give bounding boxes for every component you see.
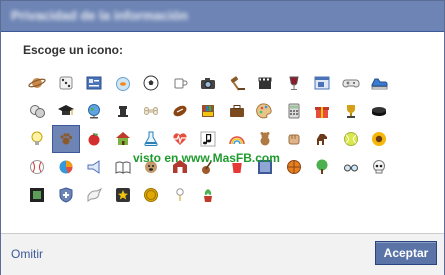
- hockey-puck-icon[interactable]: [365, 97, 394, 125]
- palette-icon[interactable]: [251, 97, 280, 125]
- icon-grid: [23, 69, 423, 209]
- icon-row: [23, 181, 423, 209]
- icon-picker-dialog: Privacidad de la información Escoge un i…: [0, 0, 445, 275]
- gift-icon[interactable]: [308, 97, 337, 125]
- star-badge-icon[interactable]: [109, 181, 138, 209]
- bookshelf-icon[interactable]: [194, 97, 223, 125]
- camera-icon[interactable]: [194, 69, 223, 97]
- choose-icon-prompt: Escoge un icono:: [23, 43, 124, 57]
- trophy-icon[interactable]: [337, 97, 366, 125]
- apple-icon[interactable]: [80, 125, 109, 153]
- rainbow-icon[interactable]: [223, 125, 252, 153]
- house-icon[interactable]: [109, 125, 138, 153]
- globe-icon[interactable]: [80, 97, 109, 125]
- megaphone-icon[interactable]: [80, 153, 109, 181]
- watermark-text: visto en www.MasFB.com: [133, 151, 280, 165]
- icon-row: [23, 97, 423, 125]
- football-icon[interactable]: [166, 97, 195, 125]
- window-app-icon[interactable]: [308, 69, 337, 97]
- chess-rook-icon[interactable]: [109, 97, 138, 125]
- icon-row: [23, 69, 423, 97]
- dialog-footer: Omitir Aceptar: [1, 233, 444, 275]
- gavel-icon[interactable]: [223, 69, 252, 97]
- skip-link[interactable]: Omitir: [11, 247, 43, 261]
- basketball-icon[interactable]: [280, 153, 309, 181]
- horse-icon[interactable]: [308, 125, 337, 153]
- planet-icon[interactable]: [23, 69, 52, 97]
- goldfish-bowl-icon[interactable]: [109, 69, 138, 97]
- tree-icon[interactable]: [308, 153, 337, 181]
- golf-tee-icon[interactable]: [166, 181, 195, 209]
- dialog-title: Privacidad de la información: [11, 8, 188, 23]
- soccer-ball-icon[interactable]: [137, 69, 166, 97]
- dice-icon[interactable]: [52, 69, 81, 97]
- briefcase-icon[interactable]: [223, 97, 252, 125]
- heartbeat-icon[interactable]: [166, 125, 195, 153]
- film-frame-icon[interactable]: [23, 181, 52, 209]
- shield-icon[interactable]: [52, 181, 81, 209]
- calculator-icon[interactable]: [280, 97, 309, 125]
- paw-icon[interactable]: [51, 125, 80, 153]
- pie-chart-icon[interactable]: [52, 153, 81, 181]
- baseball-icon[interactable]: [23, 153, 52, 181]
- dialog-titlebar: Privacidad de la información: [1, 1, 444, 32]
- plant-pot-icon[interactable]: [194, 181, 223, 209]
- fist-icon[interactable]: [280, 125, 309, 153]
- coin-icon[interactable]: [137, 181, 166, 209]
- skull-icon[interactable]: [365, 153, 394, 181]
- sneaker-icon[interactable]: [365, 69, 394, 97]
- theater-masks-icon[interactable]: [23, 97, 52, 125]
- dove-icon[interactable]: [80, 181, 109, 209]
- film-clapper-icon[interactable]: [251, 69, 280, 97]
- wine-glass-icon[interactable]: [280, 69, 309, 97]
- teddy-bear-icon[interactable]: [251, 125, 280, 153]
- accept-button[interactable]: Aceptar: [375, 241, 437, 265]
- contact-card-icon[interactable]: [80, 69, 109, 97]
- tennis-ball-icon[interactable]: [337, 125, 366, 153]
- icon-row: [23, 125, 423, 153]
- flask-icon[interactable]: [137, 125, 166, 153]
- lightbulb-icon[interactable]: [23, 125, 52, 153]
- graduation-cap-icon[interactable]: [52, 97, 81, 125]
- glasses-icon[interactable]: [337, 153, 366, 181]
- sunflower-icon[interactable]: [365, 125, 394, 153]
- gamepad-icon[interactable]: [337, 69, 366, 97]
- music-note-icon[interactable]: [194, 125, 223, 153]
- coffee-mug-icon[interactable]: [166, 69, 195, 97]
- bone-icon[interactable]: [137, 97, 166, 125]
